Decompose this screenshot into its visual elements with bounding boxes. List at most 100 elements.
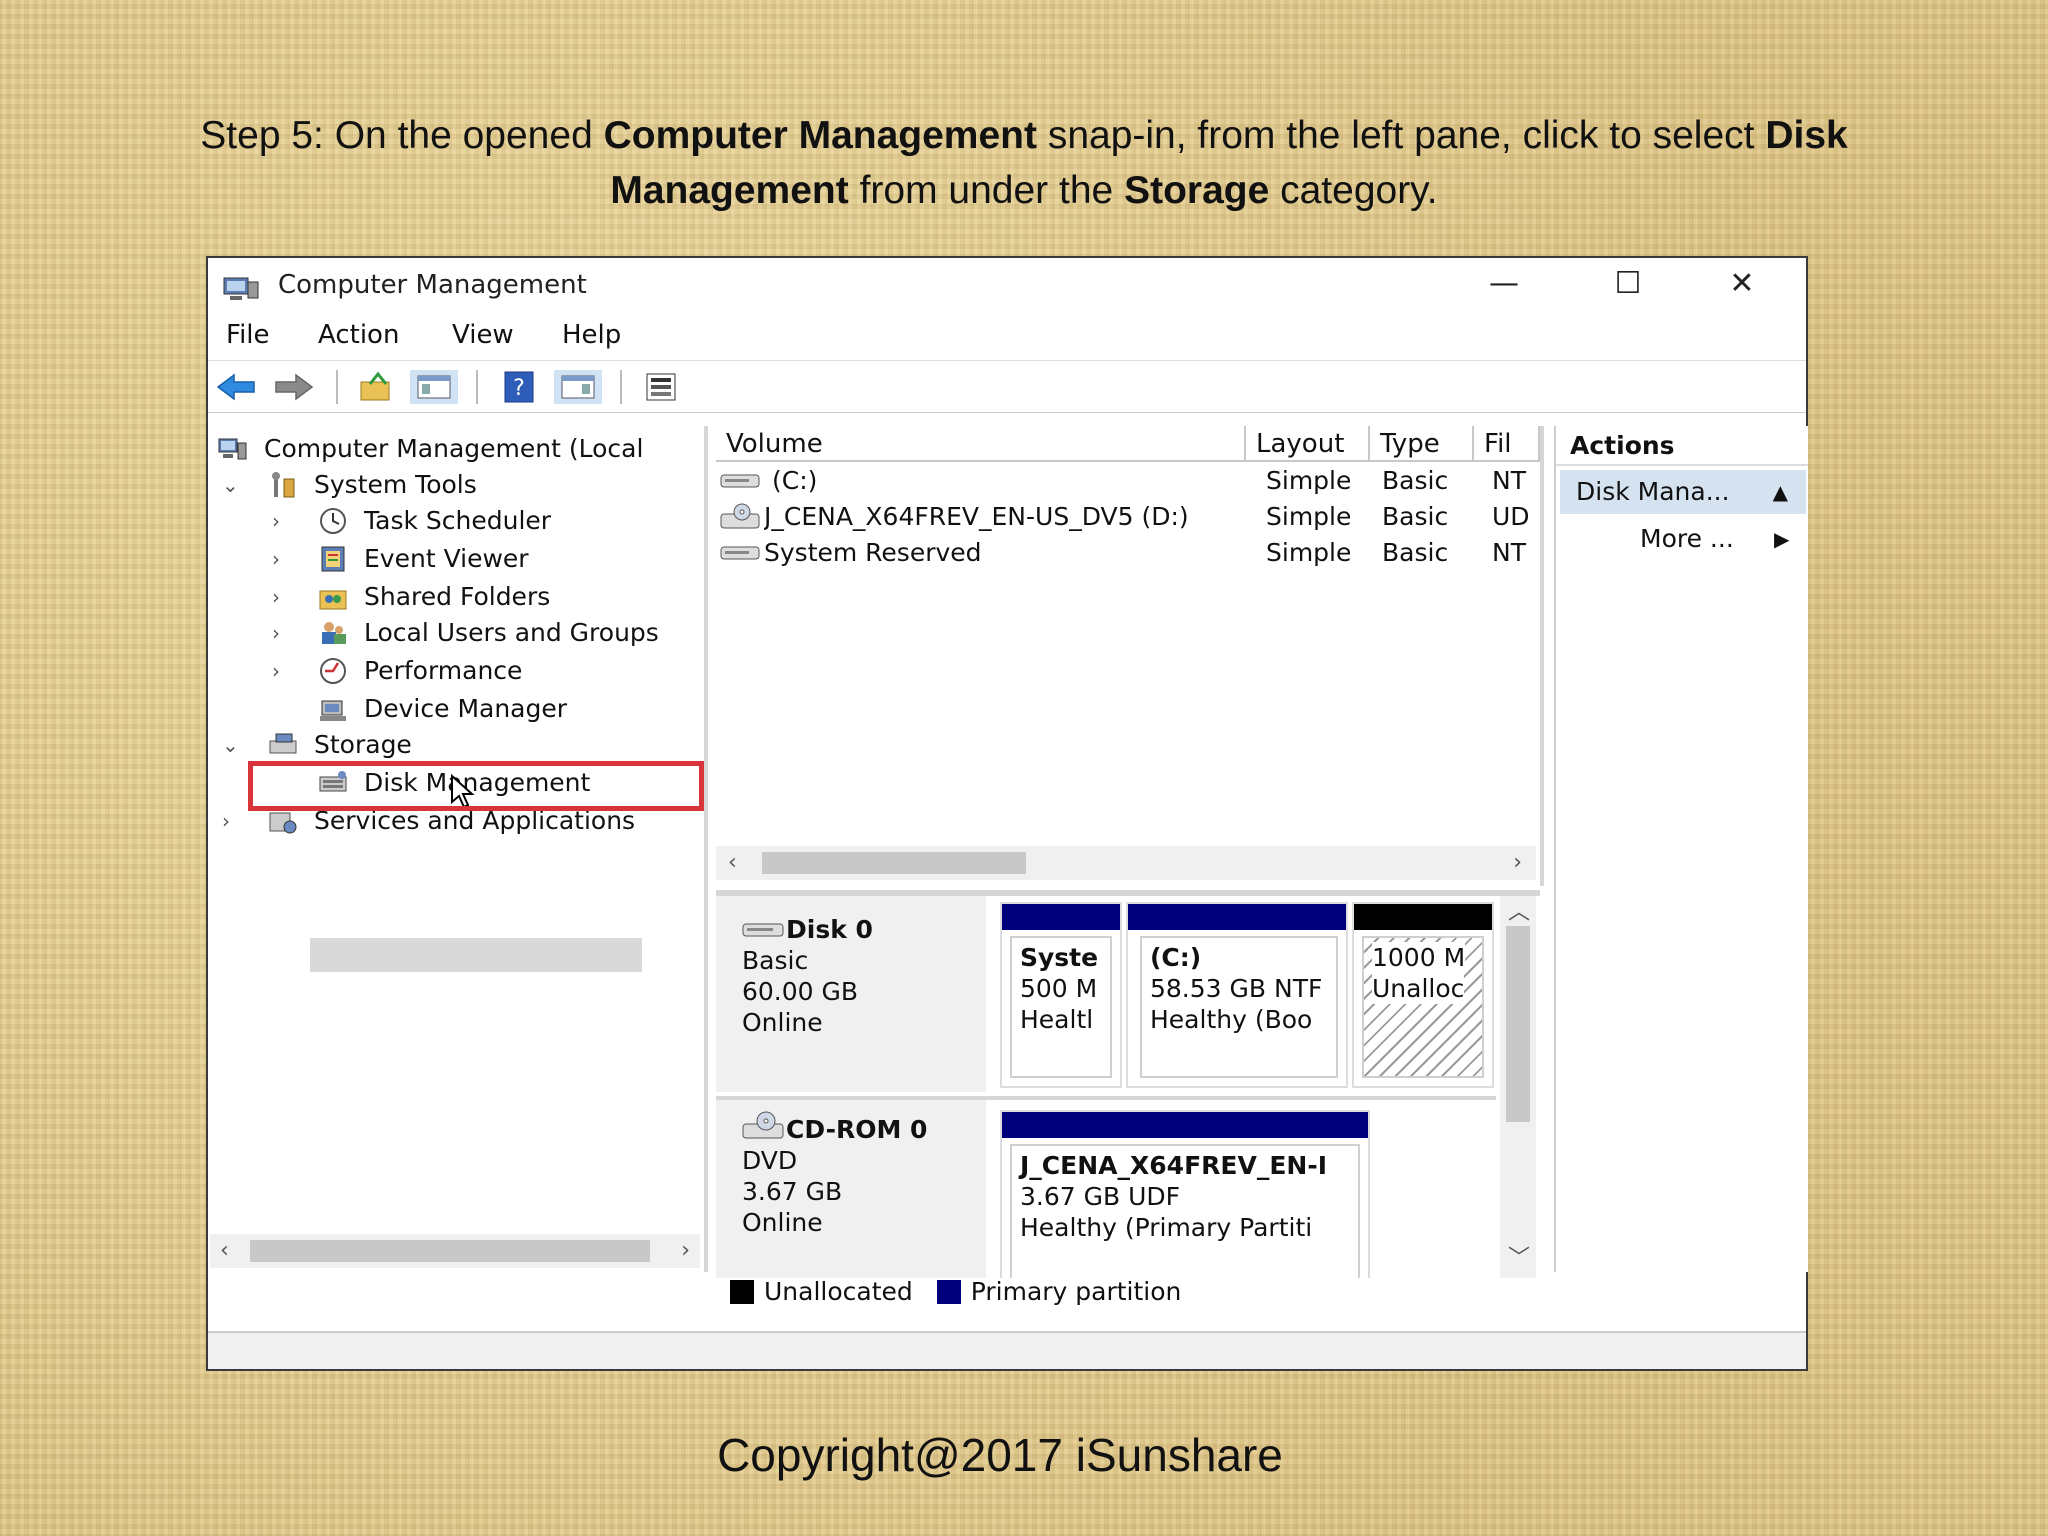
disk-0-info[interactable]: Disk 0 Basic 60.00 GB Online (716, 896, 986, 1092)
table-row[interactable]: (C:) Simple Basic NT (716, 464, 1540, 498)
tree-label: Computer Management (Local (264, 434, 644, 463)
table-row[interactable]: System Reserved Simple Basic NT (716, 536, 1540, 570)
chevron-right-icon[interactable]: › (272, 504, 280, 538)
chevron-down-icon[interactable]: ⌄ (222, 728, 239, 762)
list-horizontal-scrollbar[interactable]: ‹ › (716, 846, 1536, 880)
instruction-caption: Step 5: On the opened Computer Managemen… (100, 108, 1948, 218)
tree-label: Storage (314, 730, 412, 759)
partition-label: Syste (1020, 943, 1099, 972)
help-icon[interactable]: ? (502, 370, 536, 404)
volume-list: Volume Layout Type Fil (C:) Simple Basic… (716, 426, 1544, 886)
cell-type: Basic (1382, 502, 1449, 531)
scroll-left-icon[interactable]: ‹ (728, 846, 737, 880)
table-row[interactable]: J_CENA_X64FREV_EN-US_DV5 (D:) Simple Bas… (716, 500, 1540, 534)
drive-icon (742, 923, 784, 937)
scroll-thumb[interactable] (250, 1240, 650, 1262)
actions-disk-management[interactable]: Disk Mana... ▲ (1560, 470, 1806, 514)
show-hide-console-tree-icon[interactable] (410, 370, 458, 404)
column-header-type[interactable]: Type (1370, 426, 1474, 462)
dvd-drive-icon (720, 503, 760, 529)
back-arrow-icon[interactable] (214, 370, 258, 404)
show-hide-action-pane-icon[interactable] (554, 370, 602, 404)
primary-partition-swatch (936, 1280, 961, 1304)
actions-more-label: More ... (1640, 524, 1734, 553)
disk-properties-icon[interactable] (644, 370, 678, 404)
title-bar[interactable]: Computer Management — ☐ ✕ (208, 258, 1806, 310)
menu-help[interactable]: Help (562, 320, 621, 350)
partition-status: Healthy (Primary Partiti (1020, 1213, 1313, 1242)
toolbar-separator (476, 370, 478, 404)
partition-system-reserved[interactable]: Syste 500 M Healtl (1000, 902, 1122, 1088)
cell-layout: Simple (1266, 502, 1352, 531)
chevron-right-icon[interactable]: › (272, 542, 280, 576)
tree-horizontal-scrollbar[interactable]: ‹ › (210, 1234, 700, 1268)
column-header-volume[interactable]: Volume (716, 426, 1246, 462)
partition-details: Syste 500 M Healtl (1010, 936, 1112, 1078)
scroll-right-icon[interactable]: › (1513, 846, 1522, 880)
scroll-right-icon[interactable]: › (681, 1234, 690, 1268)
partition-status: Healtl (1020, 1005, 1094, 1034)
disk-0-size: 60.00 GB (742, 977, 859, 1006)
computer-management-window: Computer Management — ☐ ✕ File Action Vi… (206, 256, 1808, 1371)
partition-unallocated[interactable]: 1000 M Unalloc (1352, 902, 1494, 1088)
cell-volume: (C:) (772, 466, 818, 495)
tree-label: Shared Folders (364, 582, 551, 611)
drive-icon (720, 474, 760, 488)
partition-c-drive[interactable]: (C:) 58.53 GB NTF Healthy (Boo (1126, 902, 1348, 1088)
chevron-right-icon[interactable]: › (272, 654, 280, 688)
storage-icon (269, 733, 297, 754)
disk-0-status: Online (742, 1008, 823, 1037)
maximize-button[interactable]: ☐ (1568, 258, 1688, 310)
chevron-right-icon[interactable]: › (222, 804, 230, 838)
cdrom-0-info[interactable]: CD-ROM 0 DVD 3.67 GB Online (716, 1100, 986, 1278)
cell-type: Basic (1382, 466, 1449, 495)
forward-arrow-icon[interactable] (272, 370, 316, 404)
menu-bar: File Action View Help (208, 314, 1806, 361)
chevron-right-icon[interactable]: › (272, 580, 280, 614)
unallocated-bar (1354, 904, 1492, 930)
menu-view[interactable]: View (452, 320, 514, 350)
cell-volume: System Reserved (764, 538, 982, 567)
menu-action[interactable]: Action (318, 320, 399, 350)
chevron-right-icon[interactable]: › (272, 616, 280, 650)
toolbar: ? (208, 362, 1806, 413)
status-bar (208, 1331, 1806, 1369)
clock-icon (320, 508, 346, 534)
menu-file[interactable]: File (226, 320, 270, 350)
close-button[interactable]: ✕ (1682, 258, 1802, 310)
cdrom-0-type: DVD (742, 1146, 798, 1175)
console-tree: Computer Management (Local ⌄ System Tool… (210, 426, 708, 1272)
up-folder-icon[interactable] (358, 370, 392, 404)
cell-type: Basic (1382, 538, 1449, 567)
partition-dvd-d[interactable]: J_CENA_X64FREV_EN-I 3.67 GB UDF Healthy … (1000, 1110, 1370, 1278)
cdrom-0-status: Online (742, 1208, 823, 1237)
caption-text: Step 5: On the opened (200, 114, 604, 157)
graph-vertical-scrollbar[interactable]: ︿ ﹀ (1500, 896, 1536, 1278)
copyright-text: Copyright@2017 iSunshare (717, 1429, 1283, 1481)
collapse-arrow-icon[interactable]: ▲ (1773, 470, 1788, 514)
scroll-thumb[interactable] (762, 852, 1026, 874)
tree-label: Device Manager (364, 694, 568, 723)
partition-label: J_CENA_X64FREV_EN-I (1020, 1151, 1327, 1180)
selection-background (310, 938, 642, 972)
partition-status: Healthy (Boo (1150, 1005, 1313, 1034)
scroll-thumb[interactable] (1506, 926, 1530, 1122)
scroll-left-icon[interactable]: ‹ (220, 1234, 229, 1268)
partition-size: 1000 M (1372, 942, 1466, 973)
tree-label: System Tools (314, 470, 477, 499)
partition-label: (C:) (1150, 943, 1202, 972)
minimize-button[interactable]: — (1444, 258, 1564, 310)
scroll-down-icon[interactable]: ﹀ (1508, 1240, 1530, 1272)
scroll-up-icon[interactable]: ︿ (1508, 894, 1530, 926)
caption-text: category. (1269, 169, 1438, 212)
column-header-layout[interactable]: Layout (1246, 426, 1370, 462)
shared-folder-icon (319, 590, 347, 610)
partition-details: 1000 M Unalloc (1362, 936, 1484, 1078)
cell-layout: Simple (1266, 466, 1352, 495)
legend-unallocated: Unallocated (764, 1277, 913, 1306)
actions-more[interactable]: More ... ▶ (1640, 522, 1789, 556)
chevron-down-icon[interactable]: ⌄ (222, 468, 239, 502)
column-header-filesystem[interactable]: Fil (1474, 426, 1540, 462)
partition-size: 500 M (1020, 974, 1098, 1003)
cell-layout: Simple (1266, 538, 1352, 567)
